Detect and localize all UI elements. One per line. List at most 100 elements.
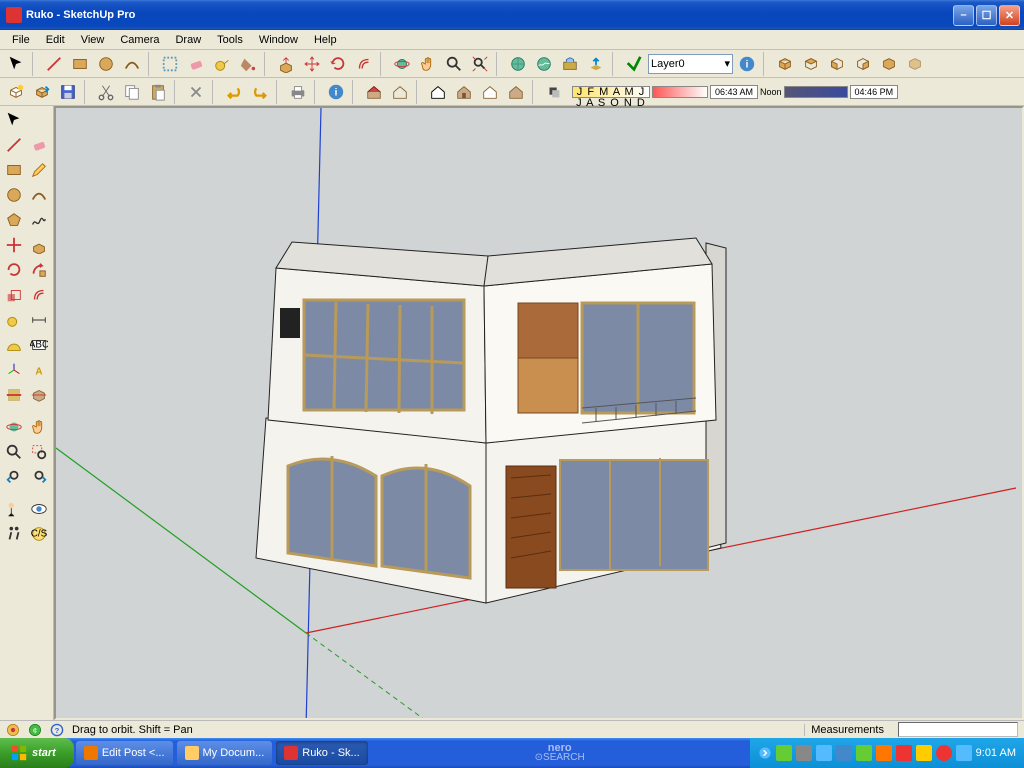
taskbar-item-ruko[interactable]: Ruko - Sk... (276, 741, 367, 765)
menu-edit[interactable]: Edit (38, 32, 73, 48)
tray-icon[interactable] (836, 745, 852, 761)
taskbar-item-editpost[interactable]: Edit Post <... (76, 741, 173, 765)
tray-icon[interactable] (896, 745, 912, 761)
house-icon-1[interactable] (362, 80, 386, 104)
maximize-button[interactable]: ☐ (976, 5, 997, 26)
nero-search[interactable]: nero⊙SEARCH (535, 744, 585, 762)
move2-icon[interactable] (2, 233, 26, 257)
orbit2-icon[interactable] (2, 415, 26, 439)
back-view-icon[interactable] (877, 52, 901, 76)
paint-bucket-icon[interactable] (236, 52, 260, 76)
layer-manager-icon[interactable]: i (735, 52, 759, 76)
zoom-extents-icon[interactable] (468, 52, 492, 76)
minimize-button[interactable]: – (953, 5, 974, 26)
cut-icon[interactable] (94, 80, 118, 104)
eraser2-icon[interactable] (27, 133, 51, 157)
top-view-icon[interactable] (799, 52, 823, 76)
make-component-icon[interactable] (158, 52, 182, 76)
dimension-icon[interactable] (27, 308, 51, 332)
help-status-icon[interactable]: ? (50, 723, 64, 737)
shadow-time-start[interactable]: 06:43 AM (710, 85, 758, 99)
rect2-icon[interactable] (2, 158, 26, 182)
orbit-tool-icon[interactable] (390, 52, 414, 76)
shadow-time-end[interactable]: 04:46 PM (850, 85, 899, 99)
circle-tool-icon[interactable] (94, 52, 118, 76)
close-button[interactable]: ✕ (999, 5, 1020, 26)
erase-icon[interactable] (184, 80, 208, 104)
tray-icon[interactable] (856, 745, 872, 761)
taskbar-clock[interactable]: 9:01 AM (976, 747, 1016, 759)
house-no-roof-icon[interactable] (478, 80, 502, 104)
shadow-date-slider[interactable]: J F M A M J J A S O N D (572, 86, 650, 98)
freehand-icon[interactable] (27, 208, 51, 232)
offset-tool-icon[interactable] (352, 52, 376, 76)
layer-visibility-icon[interactable] (622, 52, 646, 76)
left-view-icon[interactable] (903, 52, 927, 76)
house-wire-icon[interactable] (388, 80, 412, 104)
eraser-tool-icon[interactable] (184, 52, 208, 76)
shadow-time-gradient-pm[interactable] (784, 86, 848, 98)
tape-measure-icon[interactable] (210, 52, 234, 76)
menu-help[interactable]: Help (306, 32, 345, 48)
circle2-icon[interactable] (2, 183, 26, 207)
house-ground-icon[interactable] (504, 80, 528, 104)
geolocation-status-icon[interactable] (6, 723, 20, 737)
taskbar-item-mydocs[interactable]: My Docum... (177, 741, 273, 765)
menu-tools[interactable]: Tools (209, 32, 251, 48)
rotate-tool-icon[interactable] (326, 52, 350, 76)
shadows-toggle-icon[interactable] (542, 80, 566, 104)
arc2-icon[interactable] (27, 183, 51, 207)
open-file-icon[interactable] (30, 80, 54, 104)
new-file-icon[interactable] (4, 80, 28, 104)
section-display-icon[interactable] (27, 383, 51, 407)
next-view-icon[interactable] (27, 465, 51, 489)
scale-icon[interactable] (2, 283, 26, 307)
polygon-icon[interactable] (2, 208, 26, 232)
credits-status-icon[interactable]: ¢ (28, 723, 42, 737)
menu-view[interactable]: View (73, 32, 113, 48)
model-info-icon[interactable]: i (324, 80, 348, 104)
section-icon[interactable] (2, 383, 26, 407)
front-view-icon[interactable] (825, 52, 849, 76)
pan2-icon[interactable] (27, 415, 51, 439)
zoom-window-icon[interactable] (27, 440, 51, 464)
start-button[interactable]: start (0, 738, 74, 768)
protractor-icon[interactable] (2, 333, 26, 357)
axes-icon[interactable] (2, 358, 26, 382)
right-view-icon[interactable] (851, 52, 875, 76)
prev-view-icon[interactable] (2, 465, 26, 489)
menu-draw[interactable]: Draw (167, 32, 209, 48)
tape2-icon[interactable] (2, 308, 26, 332)
3dtext-icon[interactable]: A (27, 358, 51, 382)
toggle-terrain-icon[interactable] (532, 52, 556, 76)
rectangle-tool-icon[interactable] (68, 52, 92, 76)
walk-icon[interactable] (2, 522, 26, 546)
select-tool-icon[interactable] (4, 52, 28, 76)
tray-icon[interactable] (796, 745, 812, 761)
tray-icon[interactable] (816, 745, 832, 761)
move-tool-icon[interactable] (300, 52, 324, 76)
tray-volume-icon[interactable] (956, 745, 972, 761)
add-location-icon[interactable] (506, 52, 530, 76)
arc-tool-icon[interactable] (120, 52, 144, 76)
house-shaded-icon[interactable] (452, 80, 476, 104)
followme-icon[interactable] (27, 258, 51, 282)
viewport-3d[interactable] (54, 106, 1024, 720)
look-around-icon[interactable] (27, 497, 51, 521)
preview-model-icon[interactable] (584, 52, 608, 76)
print-icon[interactable] (286, 80, 310, 104)
tray-icon[interactable] (876, 745, 892, 761)
shadow-time-gradient-am[interactable] (652, 86, 708, 98)
zoom-tool-icon[interactable] (442, 52, 466, 76)
photo-textures-icon[interactable] (558, 52, 582, 76)
section-fill-icon[interactable]: C/S (27, 522, 51, 546)
copy-icon[interactable] (120, 80, 144, 104)
iso-view-icon[interactable] (773, 52, 797, 76)
pushpull-tool-icon[interactable] (274, 52, 298, 76)
position-camera-icon[interactable] (2, 497, 26, 521)
undo-icon[interactable] (222, 80, 246, 104)
pushpull2-icon[interactable] (27, 233, 51, 257)
tray-icon[interactable] (776, 745, 792, 761)
pan-tool-icon[interactable] (416, 52, 440, 76)
layer-dropdown[interactable]: Layer0 (648, 54, 733, 74)
